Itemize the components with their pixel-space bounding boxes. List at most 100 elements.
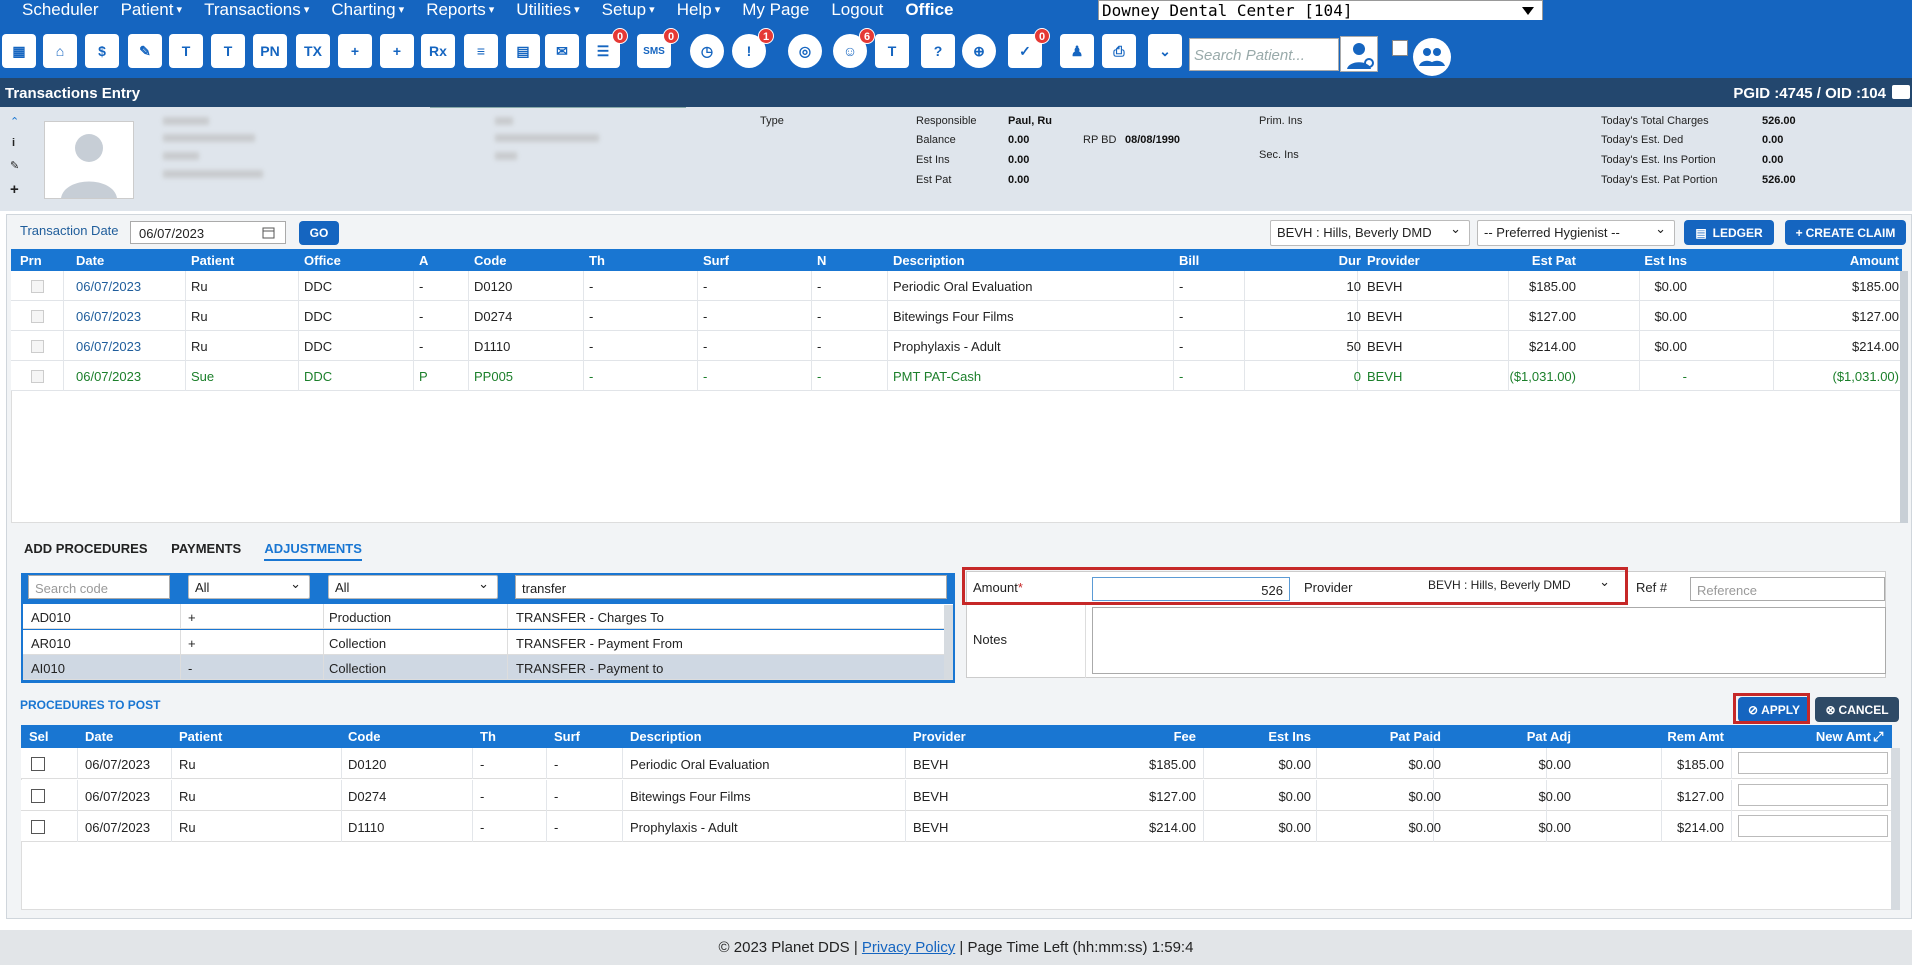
post-col-fee[interactable]: Fee — [1061, 729, 1196, 744]
ledger-button[interactable]: ▤ LEDGER — [1684, 220, 1774, 245]
adjustment-code-row[interactable]: AD010 + Production TRANSFER - Charges To — [23, 604, 953, 629]
menu-charting[interactable]: Charting — [309, 0, 404, 20]
collapse-down-icon[interactable]: ⌄ — [1148, 34, 1182, 68]
tooth-icon[interactable]: T — [169, 34, 203, 68]
grid-col-surf[interactable]: Surf — [703, 253, 729, 268]
post-col-description[interactable]: Description — [630, 729, 702, 744]
adjustment-code-row[interactable]: AI010 - Collection TRANSFER - Payment to — [23, 655, 953, 680]
message-icon[interactable]: ≡ — [464, 34, 498, 68]
network-icon[interactable]: ◎ — [788, 34, 822, 68]
prescription-icon[interactable]: Rx — [421, 34, 455, 68]
grid-col-n[interactable]: N — [817, 253, 826, 268]
grid-scrollbar[interactable] — [1900, 271, 1908, 523]
hygienist-select[interactable]: -- Preferred Hygienist -- — [1477, 220, 1675, 246]
add-family-icon[interactable]: + — [380, 34, 414, 68]
globe-icon[interactable]: ⊕ — [962, 34, 996, 68]
attachment-icon[interactable]: ✎ — [10, 159, 19, 172]
row-checkbox[interactable] — [31, 310, 44, 323]
chat-icon[interactable]: ☰ 0 — [586, 28, 628, 68]
post-col-rem-amt[interactable]: Rem Amt — [1601, 729, 1724, 744]
post-row-checkbox[interactable] — [31, 757, 45, 771]
printer-icon[interactable]: ⎙ — [1102, 34, 1136, 68]
grid-col-provider[interactable]: Provider — [1367, 253, 1420, 268]
grid-col-prn[interactable]: Prn — [20, 253, 42, 268]
calendar-icon[interactable] — [262, 226, 275, 239]
toolbar-checkbox[interactable] — [1392, 40, 1408, 56]
grid-col-dur[interactable]: Dur — [1271, 253, 1361, 268]
tooth-outline-icon[interactable]: T — [875, 34, 909, 68]
clock-icon[interactable]: ◷ — [690, 34, 724, 68]
users-icon[interactable]: ♟ — [1060, 34, 1094, 68]
checklist-icon[interactable]: ✓ 0 — [1008, 28, 1050, 68]
collapse-up-icon[interactable]: ⌃ — [10, 115, 19, 128]
post-col-provider[interactable]: Provider — [913, 729, 966, 744]
sms-icon[interactable]: SMS 0 — [637, 28, 679, 68]
menu-patient[interactable]: Patient — [99, 0, 183, 20]
patient-search-button[interactable] — [1340, 36, 1378, 72]
cell-date[interactable]: 06/07/2023 — [76, 279, 141, 294]
grid-col-code[interactable]: Code — [474, 253, 507, 268]
tab-add-procedures[interactable]: ADD PROCEDURES — [24, 541, 148, 556]
post-col-code[interactable]: Code — [348, 729, 381, 744]
post-row-checkbox[interactable] — [31, 820, 45, 834]
grid-col-description[interactable]: Description — [893, 253, 965, 268]
grid-col-est-ins[interactable]: Est Ins — [1577, 253, 1687, 268]
post-col-pat-adj[interactable]: Pat Adj — [1451, 729, 1571, 744]
create-claim-button[interactable]: + CREATE CLAIM — [1785, 220, 1906, 245]
post-col-new-amt[interactable]: New Amt — [1741, 729, 1871, 744]
dollar-refresh-icon[interactable]: $ — [85, 34, 119, 68]
add-icon[interactable]: + — [10, 181, 19, 198]
menu-setup[interactable]: Setup — [580, 0, 655, 20]
grid-col-th[interactable]: Th — [589, 253, 605, 268]
progress-notes-icon[interactable]: PN — [253, 34, 287, 68]
transaction-date-input[interactable]: 06/07/2023 — [130, 221, 286, 244]
print-document-icon[interactable]: ▤ — [506, 34, 540, 68]
cell-date[interactable]: 06/07/2023 — [76, 339, 141, 354]
post-table-row[interactable]: 06/07/2023 Ru D0120 - - Periodic Oral Evaluat… — [21, 748, 1892, 779]
post-grid-scrollbar[interactable] — [1891, 748, 1900, 910]
notes-textarea[interactable] — [1092, 607, 1886, 674]
email-icon[interactable]: ✉ — [545, 34, 579, 68]
print-icon[interactable] — [1892, 85, 1910, 99]
menu-transactions[interactable]: Transactions — [182, 0, 309, 20]
post-col-est-ins[interactable]: Est Ins — [1201, 729, 1311, 744]
reference-input[interactable]: Reference — [1690, 577, 1885, 601]
cancel-button[interactable]: ⊗ CANCEL — [1815, 697, 1899, 722]
new-amount-input[interactable] — [1738, 752, 1888, 774]
search-code-input[interactable]: Search code — [28, 575, 170, 599]
post-col-date[interactable]: Date — [85, 729, 113, 744]
patient-status-icon[interactable]: ☺ 6 — [833, 28, 875, 68]
adjust-search-input[interactable]: transfer — [515, 575, 947, 599]
row-checkbox[interactable] — [31, 340, 44, 353]
users-search-icon[interactable] — [1413, 38, 1451, 76]
expand-icon[interactable]: ⤢ — [1873, 729, 1883, 745]
grid-col-a[interactable]: A — [419, 253, 428, 268]
calendar-icon[interactable]: ▦ — [2, 34, 36, 68]
add-patient-icon[interactable]: + — [338, 34, 372, 68]
menu-logout[interactable]: Logout — [809, 0, 883, 20]
adjust-filter-select-1[interactable]: All — [188, 575, 310, 599]
grid-col-amount[interactable]: Amount — [1731, 253, 1899, 268]
cell-date[interactable]: 06/07/2023 — [76, 369, 141, 384]
grid-col-bill[interactable]: Bill — [1179, 253, 1199, 268]
post-row-checkbox[interactable] — [31, 788, 45, 803]
grid-col-est-pat[interactable]: Est Pat — [1444, 253, 1576, 268]
menu-scheduler[interactable]: Scheduler — [0, 0, 99, 20]
grid-col-date[interactable]: Date — [76, 253, 104, 268]
home-icon[interactable]: ⌂ — [43, 34, 77, 68]
row-checkbox[interactable] — [31, 370, 44, 383]
tooth-help-icon[interactable]: ? — [921, 34, 955, 68]
post-table-row[interactable]: 06/07/2023 Ru D0274 - - Bitewings Four Films B… — [21, 779, 1892, 811]
row-checkbox[interactable] — [31, 280, 44, 293]
post-col-patient[interactable]: Patient — [179, 729, 222, 744]
cell-date[interactable]: 06/07/2023 — [76, 309, 141, 324]
grid-col-office[interactable]: Office — [304, 253, 341, 268]
provider-select[interactable]: BEVH : Hills, Beverly DMD — [1270, 220, 1470, 246]
patient-search-input[interactable]: Search Patient... — [1189, 38, 1339, 71]
post-col-pat-paid[interactable]: Pat Paid — [1321, 729, 1441, 744]
post-col-sel[interactable]: Sel — [29, 729, 49, 744]
post-col-th[interactable]: Th — [480, 729, 496, 744]
adjust-filter-select-2[interactable]: All — [328, 575, 498, 599]
table-row[interactable]: 06/07/2023 Ru DDC - D0120 - - - Periodic Oral Ev… — [11, 271, 1902, 301]
new-amount-input[interactable] — [1738, 815, 1888, 837]
